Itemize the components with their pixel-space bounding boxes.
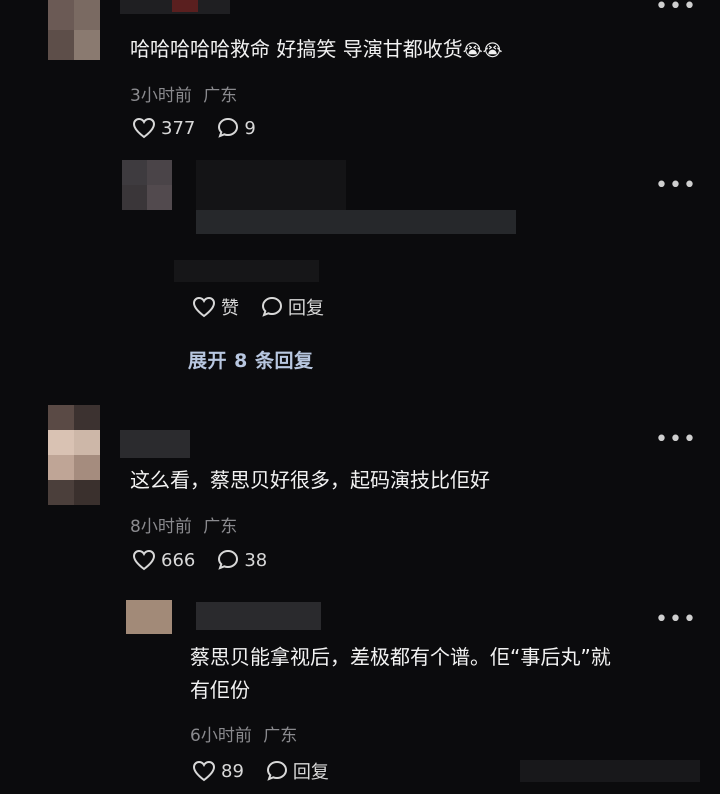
speech-bubble-icon [217,549,239,571]
reply-2-location: 广东 [263,726,298,746]
more-dots-icon[interactable]: ••• [655,429,697,451]
username-2-blurred[interactable] [120,430,190,458]
expand-replies-link[interactable]: 展开 8 条回复 [188,346,313,373]
like-count: 89 [221,760,244,782]
reply-label: 回复 [288,298,324,319]
reply-2-actions: 89 回复 [192,758,329,784]
reply-avatar-2-blurred[interactable] [126,600,172,634]
reply-text-blurred [196,210,516,234]
comment-2-meta: 8小时前 广东 [130,512,237,537]
like-label: 赞 [221,298,239,319]
like-count: 666 [161,549,196,571]
comment-2-actions: 666 38 [132,549,267,571]
more-dots-icon[interactable]: ••• [655,609,697,631]
reply-button[interactable]: 回复 [266,758,329,784]
reply-2-meta: 6小时前 广东 [190,721,297,746]
reply-2-text: 蔡思贝能拿视后，差极都有个谱。佢“事后丸”就 有佢份 [190,642,690,705]
reply-username-2-blurred[interactable] [196,602,321,630]
speech-bubble-icon [217,117,239,139]
like-button[interactable]: 89 [192,758,244,784]
reply-label: 回复 [292,762,329,783]
reply-2-text-line1: 蔡思贝能拿视后，差极都有个谱。佢“事后丸”就 [190,645,611,669]
reply-count: 9 [244,117,256,139]
reply-avatar-blurred[interactable] [122,160,172,210]
comment-1-actions: 377 9 [132,117,256,139]
comment-2-time: 8小时前 [130,517,192,537]
reply-username-blurred[interactable] [196,160,346,210]
comment-1-time: 3小时前 [130,86,192,106]
like-button[interactable]: 377 [132,117,195,139]
badge-blurred [172,0,198,12]
reply-button[interactable]: 9 [217,117,256,139]
crying-emoji-icon: 😭😭 [462,41,503,61]
comment-2-text: 这么看，蔡思贝好很多，起码演技比佢好 [130,468,490,492]
heart-icon [132,117,156,139]
reply-button[interactable]: 回复 [261,294,324,320]
heart-icon [192,760,216,782]
watermark-blurred [520,760,700,782]
comment-2-location: 广东 [203,517,238,537]
reply-2-text-line2: 有佢份 [190,678,250,702]
reply-count: 38 [244,549,268,571]
comment-1-meta: 3小时前 广东 [130,81,237,106]
heart-icon [132,549,156,571]
more-dots-icon[interactable]: ••• [655,0,697,18]
like-button[interactable]: 赞 [192,294,239,320]
comment-1-text: 哈哈哈哈哈救命 好搞笑 导演甘都收货😭😭 [130,34,502,66]
comment-1-body: 哈哈哈哈哈救命 好搞笑 导演甘都收货 [130,37,463,61]
reply-meta-blurred [174,260,319,282]
reply-button[interactable]: 38 [217,549,267,571]
comment-1-location: 广东 [203,86,238,106]
speech-bubble-icon [266,760,288,782]
avatar-2[interactable] [48,405,100,505]
heart-icon [192,296,216,318]
reply-1-actions: 赞 回复 [192,294,324,320]
more-dots-icon[interactable]: ••• [655,175,697,197]
reply-2-time: 6小时前 [190,726,252,746]
like-button[interactable]: 666 [132,549,195,571]
avatar-1[interactable] [48,0,100,60]
speech-bubble-icon [261,296,283,318]
like-count: 377 [161,117,196,139]
